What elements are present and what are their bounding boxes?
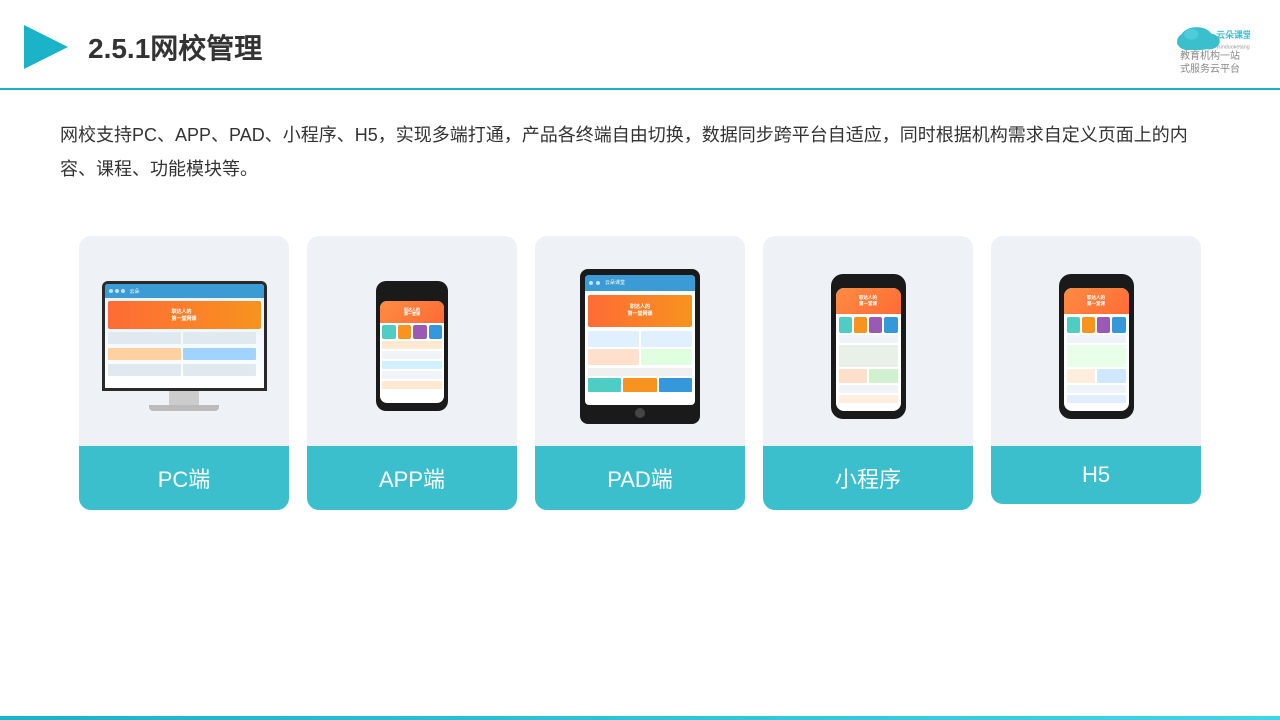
card-miniapp: 职达人的第一堂课 <box>763 236 973 510</box>
card-app-image: 职达人的第一堂课 <box>307 236 517 446</box>
play-icon <box>20 21 72 73</box>
app-phone-mockup: 职达人的第一堂课 <box>376 281 448 411</box>
card-pad-label: PAD端 <box>535 446 745 510</box>
logo-slogan: 教育机构一站 式服务云平台 <box>1180 50 1240 76</box>
logo-icon: 云朵课堂 yunduoketang.com <box>1170 18 1250 54</box>
card-miniapp-image: 职达人的第一堂课 <box>763 236 973 446</box>
card-pc: 云朵 职达人的第一堂网课 <box>79 236 289 510</box>
card-pad-image: 云朵课堂 职达人的第一堂网课 <box>535 236 745 446</box>
pad-tablet-mockup: 云朵课堂 职达人的第一堂网课 <box>580 269 700 424</box>
bottom-decoration <box>0 716 1280 720</box>
card-h5: 职达人的第一堂课 <box>991 236 1201 504</box>
card-h5-image: 职达人的第一堂课 <box>991 236 1201 446</box>
page-header: 2.5.1网校管理 云朵课堂 yunduoketang.com 教育机构一站 式… <box>0 0 1280 90</box>
card-miniapp-label: 小程序 <box>763 446 973 510</box>
svg-text:云朵课堂: 云朵课堂 <box>1216 29 1250 40</box>
card-pc-label: PC端 <box>79 446 289 510</box>
card-h5-label: H5 <box>991 446 1201 504</box>
card-app-label: APP端 <box>307 446 517 510</box>
page-title: 2.5.1网校管理 <box>88 27 262 67</box>
card-app: 职达人的第一堂课 <box>307 236 517 510</box>
logo-area: 云朵课堂 yunduoketang.com 教育机构一站 式服务云平台 <box>1170 18 1250 76</box>
description-text: 网校支持PC、APP、PAD、小程序、H5，实现多端打通，产品各终端自由切换，数… <box>0 90 1280 196</box>
card-pc-image: 云朵 职达人的第一堂网课 <box>79 236 289 446</box>
miniapp-phone-mockup: 职达人的第一堂课 <box>831 274 906 419</box>
pc-monitor-mockup: 云朵 职达人的第一堂网课 <box>102 281 267 411</box>
cards-container: 云朵 职达人的第一堂网课 <box>0 206 1280 530</box>
card-pad: 云朵课堂 职达人的第一堂网课 <box>535 236 745 510</box>
header-left: 2.5.1网校管理 <box>20 21 262 73</box>
h5-phone-mockup: 职达人的第一堂课 <box>1059 274 1134 419</box>
description-content: 网校支持PC、APP、PAD、小程序、H5，实现多端打通，产品各终端自由切换，数… <box>60 125 1188 179</box>
